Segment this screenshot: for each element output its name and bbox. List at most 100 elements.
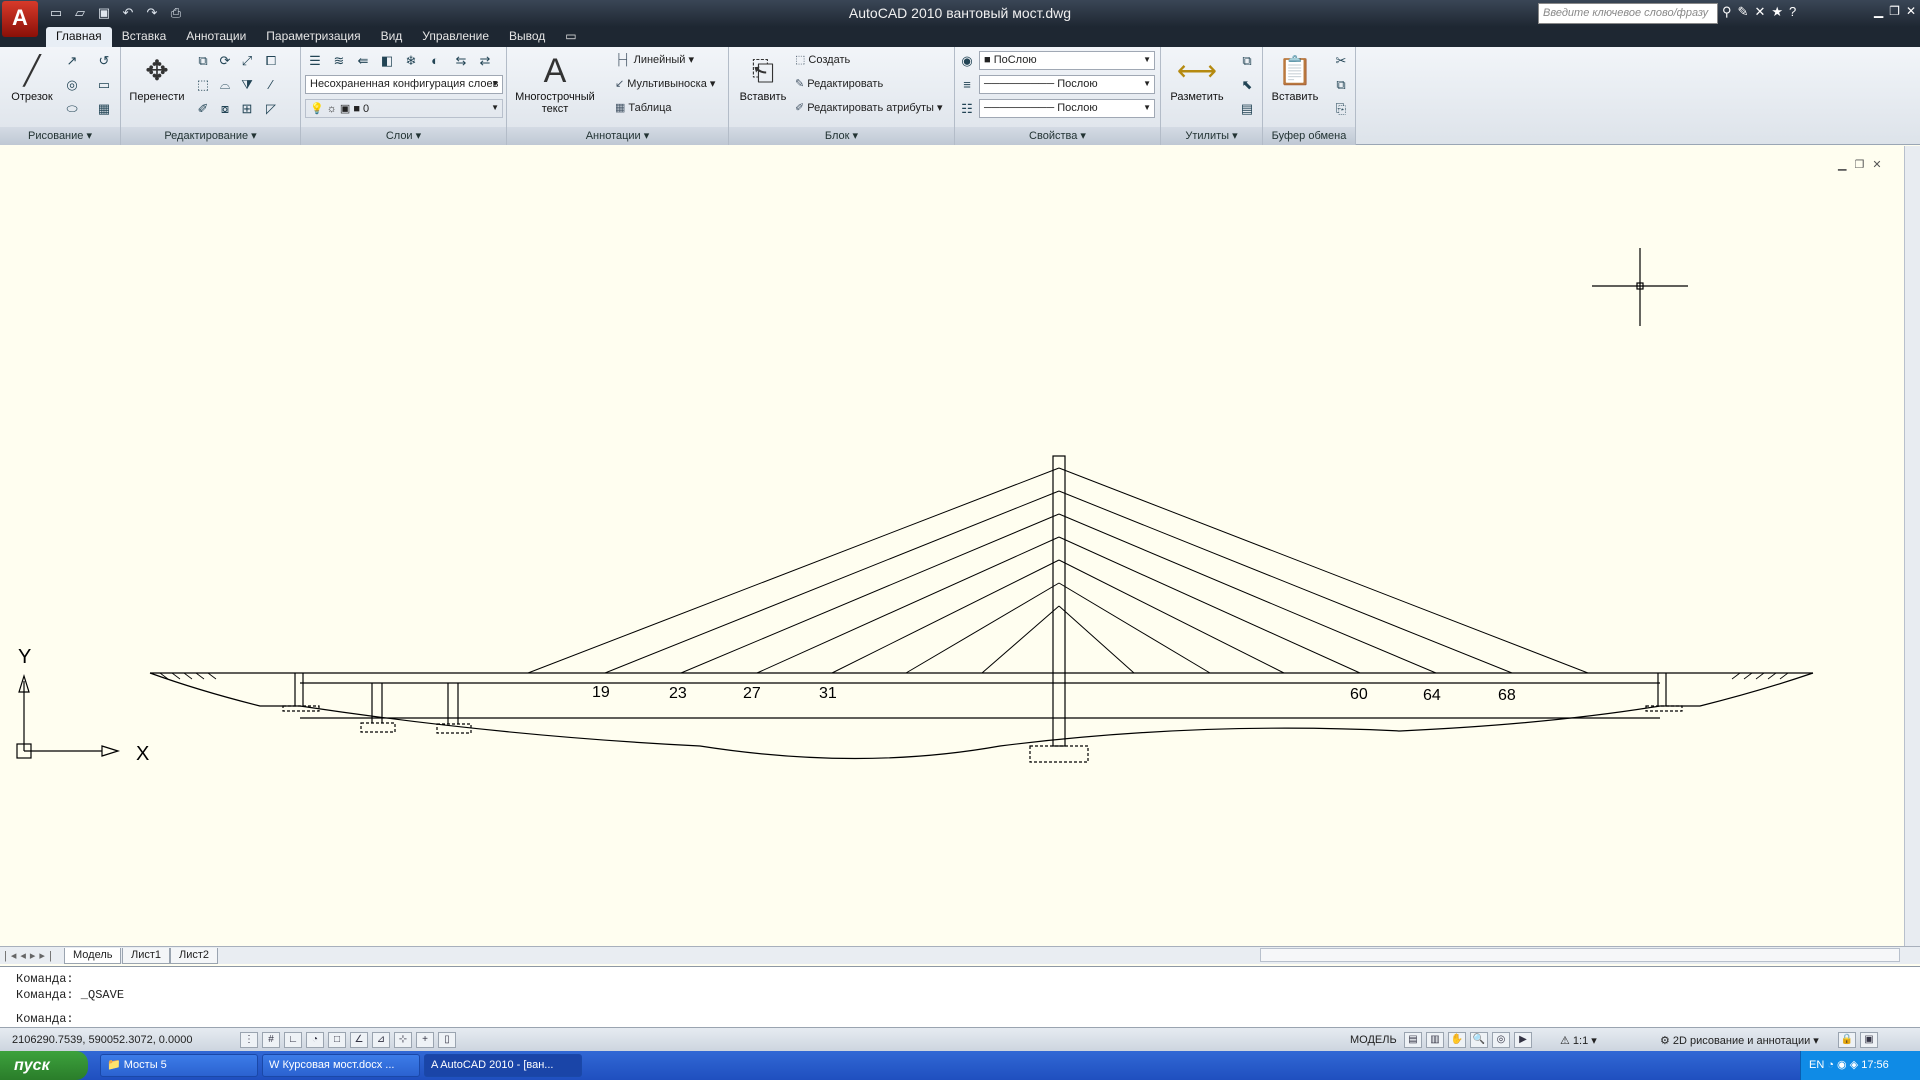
polyline-icon[interactable]: ↗ — [62, 51, 82, 71]
tab-model[interactable]: Модель — [64, 948, 122, 964]
linear-dim-button[interactable]: ├┤ Линейный ▾ — [615, 53, 694, 66]
trim-icon[interactable]: ⁄ — [261, 75, 281, 95]
select-icon[interactable]: ⬉ — [1237, 75, 1257, 95]
chamfer-icon[interactable]: ◸ — [261, 99, 281, 119]
fillet-icon[interactable]: ⌓ — [215, 75, 235, 95]
horizontal-scrollbar[interactable] — [1260, 948, 1900, 962]
measure-button[interactable]: ⟷ Разметить — [1165, 51, 1229, 103]
tab-layout1[interactable]: Лист1 — [122, 948, 171, 964]
copy-clip-icon[interactable]: ⧉ — [1331, 75, 1351, 95]
coordinates-readout[interactable]: 2106290.7539, 590052.3072, 0.0000 — [12, 1034, 192, 1046]
taskbar-item-word[interactable]: W Курсовая мост.docx ... — [262, 1054, 420, 1077]
copy-icon[interactable]: ⧉ — [193, 51, 213, 71]
ellipse-icon[interactable]: ⬭ — [62, 99, 82, 119]
color-dropdown[interactable]: ■ ПоСлою ▼ — [979, 51, 1155, 70]
match-properties-icon[interactable]: ◉ — [957, 51, 977, 71]
layer-previous-icon[interactable]: ⇚ — [353, 51, 373, 71]
table-button[interactable]: ▦ Таблица — [615, 101, 672, 114]
tab-annotate[interactable]: Аннотации — [176, 27, 256, 47]
panel-block-label[interactable]: Блок ▾ — [729, 127, 954, 145]
line-button[interactable]: ╱ Отрезок — [8, 51, 56, 103]
communication-icon[interactable]: ✕ — [1754, 4, 1765, 20]
grid-icon[interactable]: # — [262, 1032, 280, 1048]
mirror-icon[interactable]: ⧩ — [237, 75, 257, 95]
rotate-icon[interactable]: ⟳ — [215, 51, 235, 71]
vertical-scrollbar[interactable] — [1904, 146, 1920, 946]
panel-properties-label[interactable]: Свойства ▾ — [955, 127, 1160, 145]
help-icon[interactable]: ? — [1789, 4, 1796, 20]
clean-screen-icon[interactable]: ▣ — [1860, 1032, 1878, 1048]
layout-nav-icon[interactable]: |◂◂▸▸| — [4, 949, 56, 962]
array-icon[interactable]: ⧠ — [261, 51, 281, 71]
panel-annotation-label[interactable]: Аннотации ▾ — [507, 127, 728, 145]
layer-freeze-icon[interactable]: ❄ — [401, 51, 421, 71]
dyn-icon[interactable]: ⊹ — [394, 1032, 412, 1048]
lineweight-icon[interactable]: ≡ — [957, 75, 977, 95]
hatch-icon[interactable]: ▦ — [94, 99, 114, 119]
lineweight-dropdown[interactable]: ───────── Послою ▼ — [979, 75, 1155, 94]
viewport-minimize-icon[interactable]: ▁ — [1838, 158, 1846, 171]
language-indicator[interactable]: EN — [1809, 1059, 1824, 1071]
ribbon-minimize-icon[interactable]: ▭ — [555, 27, 586, 47]
rectangle-icon[interactable]: ▭ — [94, 75, 114, 95]
copy-base-icon[interactable]: ⎘ — [1331, 99, 1351, 119]
showmotion-icon[interactable]: ▶ — [1514, 1032, 1532, 1048]
taskbar-item-folder[interactable]: 📁 Мосты 5 — [100, 1054, 258, 1077]
panel-modify-label[interactable]: Редактирование ▾ — [121, 127, 300, 145]
panel-draw-label[interactable]: Рисование ▾ — [0, 127, 120, 145]
restore-icon[interactable]: ❐ — [1889, 4, 1900, 18]
tab-insert[interactable]: Вставка — [112, 27, 177, 47]
taskbar-item-autocad[interactable]: A AutoCAD 2010 - [ван... — [424, 1054, 582, 1077]
tab-home[interactable]: Главная — [46, 27, 112, 47]
stretch-icon[interactable]: ⬚ — [193, 75, 213, 95]
cut-icon[interactable]: ✂ — [1331, 51, 1351, 71]
layer-off-icon[interactable]: ◐ — [425, 51, 445, 71]
viewport-restore-icon[interactable]: ❐ — [1854, 158, 1864, 171]
offset-icon[interactable]: ⧇ — [215, 99, 235, 119]
insert-block-button[interactable]: ⎗ Вставить — [735, 51, 791, 103]
steering-wheel-icon[interactable]: ◎ — [1492, 1032, 1510, 1048]
otrack-icon[interactable]: ∠ — [350, 1032, 368, 1048]
tab-view[interactable]: Вид — [371, 27, 413, 47]
viewport-close-icon[interactable]: ✕ — [1872, 158, 1881, 171]
layer-dropdown[interactable]: 💡 ☼ ▣ ■ 0 ▼ — [305, 99, 503, 118]
layer-match-icon[interactable]: ≋ — [329, 51, 349, 71]
application-menu-button[interactable]: A — [2, 1, 38, 37]
command-prompt[interactable]: Команда: — [16, 1011, 1920, 1027]
circle-icon[interactable]: ◎ — [62, 75, 82, 95]
layer-properties-icon[interactable]: ☰ — [305, 51, 325, 71]
lock-icon[interactable]: 🔒 — [1838, 1032, 1856, 1048]
panel-layers-label[interactable]: Слои ▾ — [301, 127, 506, 145]
lwt-icon[interactable]: + — [416, 1032, 434, 1048]
rect-array-icon[interactable]: ⊞ — [237, 99, 257, 119]
layer-state-dropdown[interactable]: Несохраненная конфигурация слоев ▼ — [305, 75, 503, 94]
edit-block-button[interactable]: ✎ Редактировать — [795, 77, 883, 90]
tab-output[interactable]: Вывод — [499, 27, 555, 47]
linetype-icon[interactable]: ☷ — [957, 99, 977, 119]
ducs-icon[interactable]: ⊿ — [372, 1032, 390, 1048]
layer-isolate-icon[interactable]: ◧ — [377, 51, 397, 71]
close-icon[interactable]: ✕ — [1906, 4, 1916, 18]
scale-icon[interactable]: ⤢ — [237, 51, 257, 71]
move-button[interactable]: ✥ Перенести — [127, 51, 187, 103]
qp-icon[interactable]: ▯ — [438, 1032, 456, 1048]
annotation-scale[interactable]: ⚠ 1:1 ▾ — [1560, 1034, 1597, 1047]
panel-utilities-label[interactable]: Утилиты ▾ — [1161, 127, 1262, 145]
calculator-icon[interactable]: ▤ — [1237, 99, 1257, 119]
snap-icon[interactable]: ⋮ — [240, 1032, 258, 1048]
layer-walk-icon[interactable]: ⇆ — [451, 51, 471, 71]
create-block-button[interactable]: ⬚ Создать — [795, 53, 850, 66]
tab-manage[interactable]: Управление — [412, 27, 499, 47]
workspace-switch[interactable]: ⚙ 2D рисование и аннотации ▾ — [1660, 1034, 1819, 1047]
start-button[interactable]: пуск — [0, 1051, 88, 1080]
binoculars-icon[interactable]: ⚲ — [1722, 4, 1732, 20]
tools-icon[interactable]: ✎ — [1738, 4, 1749, 20]
polar-icon[interactable]: ◔ — [306, 1032, 324, 1048]
favorites-icon[interactable]: ★ — [1771, 4, 1783, 20]
osnap-icon[interactable]: □ — [328, 1032, 346, 1048]
arc-icon[interactable]: ↺ — [94, 51, 114, 71]
zoom-icon[interactable]: 🔍 — [1470, 1032, 1488, 1048]
minimize-icon[interactable]: ▁ — [1874, 4, 1883, 18]
drawing-canvas[interactable]: 19 23 27 31 60 64 68 Y X — [0, 146, 1904, 946]
quick-view-layouts-icon[interactable]: ▤ — [1404, 1032, 1422, 1048]
